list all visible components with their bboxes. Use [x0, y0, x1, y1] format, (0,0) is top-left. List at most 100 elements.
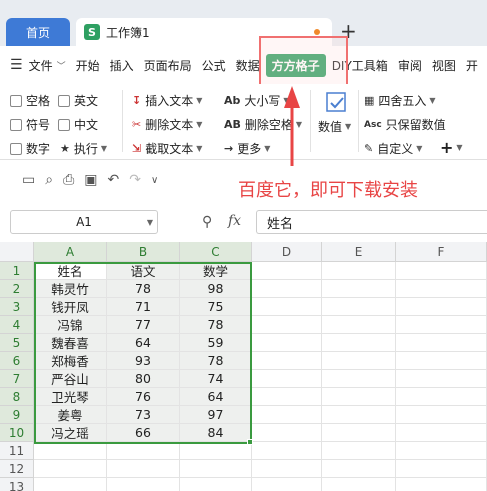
table-cell[interactable]: [252, 370, 322, 388]
table-cell[interactable]: 78: [107, 280, 180, 298]
row-header[interactable]: 4: [0, 316, 34, 334]
keep-values-button[interactable]: Asc 只保留数值: [364, 116, 446, 133]
print-icon[interactable]: ⎙: [63, 172, 74, 188]
table-cell[interactable]: [252, 280, 322, 298]
table-cell[interactable]: [322, 280, 396, 298]
table-cell[interactable]: [396, 316, 487, 334]
table-cell[interactable]: 姓名: [34, 262, 107, 280]
delete-text-button[interactable]: ✂ 删除文本 ▼: [132, 116, 202, 133]
table-cell[interactable]: 78: [180, 352, 252, 370]
checkbox-symbol[interactable]: 符号: [10, 116, 50, 133]
table-cell[interactable]: [107, 442, 180, 460]
table-cell[interactable]: [396, 388, 487, 406]
hamburger-icon[interactable]: ☰: [10, 57, 23, 73]
table-cell[interactable]: 84: [180, 424, 252, 442]
print-preview-icon[interactable]: ▣: [84, 172, 97, 188]
table-cell[interactable]: [252, 334, 322, 352]
table-cell[interactable]: [252, 352, 322, 370]
formula-input[interactable]: 姓名: [256, 210, 487, 234]
table-cell[interactable]: 魏春喜: [34, 334, 107, 352]
table-cell[interactable]: [322, 316, 396, 334]
table-cell[interactable]: 卫光琴: [34, 388, 107, 406]
table-cell[interactable]: 71: [107, 298, 180, 316]
table-cell[interactable]: [252, 478, 322, 491]
fill-handle[interactable]: [247, 439, 253, 445]
column-header-d[interactable]: D: [252, 242, 322, 262]
row-header[interactable]: 6: [0, 352, 34, 370]
undo-icon[interactable]: ↶: [108, 172, 120, 188]
table-cell[interactable]: 77: [107, 316, 180, 334]
table-cell[interactable]: [396, 424, 487, 442]
round-button[interactable]: ▦ 四舍五入 ▼: [364, 92, 436, 109]
table-cell[interactable]: [322, 388, 396, 406]
menu-data[interactable]: 数据: [236, 57, 260, 74]
row-header[interactable]: 10: [0, 424, 34, 442]
table-cell[interactable]: [252, 406, 322, 424]
table-cell[interactable]: [396, 442, 487, 460]
table-cell[interactable]: [34, 478, 107, 491]
table-cell[interactable]: [322, 406, 396, 424]
table-cell[interactable]: 钱开凤: [34, 298, 107, 316]
table-cell[interactable]: [34, 460, 107, 478]
table-cell[interactable]: 76: [107, 388, 180, 406]
table-cell[interactable]: 韩灵竹: [34, 280, 107, 298]
table-cell[interactable]: [396, 352, 487, 370]
table-cell[interactable]: [322, 370, 396, 388]
table-cell[interactable]: [107, 460, 180, 478]
table-cell[interactable]: 75: [180, 298, 252, 316]
zoom-icon[interactable]: ⚲: [202, 214, 212, 230]
row-header[interactable]: 3: [0, 298, 34, 316]
table-cell[interactable]: [180, 478, 252, 491]
menu-view[interactable]: 视图: [432, 57, 456, 74]
column-header-a[interactable]: A: [34, 242, 107, 262]
table-cell[interactable]: [322, 334, 396, 352]
extract-text-button[interactable]: ⇲ 截取文本 ▼: [132, 140, 202, 157]
checkbox-space[interactable]: 空格: [10, 92, 50, 109]
row-header[interactable]: 9: [0, 406, 34, 424]
table-cell[interactable]: [252, 316, 322, 334]
column-header-c[interactable]: C: [180, 242, 252, 262]
chevron-down-icon[interactable]: ∨: [151, 175, 158, 186]
table-cell[interactable]: [322, 352, 396, 370]
menu-formula[interactable]: 公式: [202, 57, 226, 74]
checkbox-chinese[interactable]: 中文: [58, 116, 98, 133]
table-cell[interactable]: [396, 298, 487, 316]
table-cell[interactable]: 语文: [107, 262, 180, 280]
menu-more[interactable]: 开: [466, 57, 478, 74]
table-cell[interactable]: [396, 262, 487, 280]
table-cell[interactable]: [396, 478, 487, 491]
custom-button[interactable]: ✎ 自定义 ▼: [364, 140, 422, 157]
redo-icon[interactable]: ↷: [129, 172, 141, 188]
column-header-b[interactable]: B: [107, 242, 180, 262]
table-cell[interactable]: 姜粤: [34, 406, 107, 424]
table-cell[interactable]: [396, 334, 487, 352]
table-cell[interactable]: 80: [107, 370, 180, 388]
table-cell[interactable]: [396, 460, 487, 478]
table-cell[interactable]: [322, 424, 396, 442]
table-cell[interactable]: 64: [180, 388, 252, 406]
checkbox-english[interactable]: 英文: [58, 92, 98, 109]
format-painter-icon[interactable]: ⌕: [45, 172, 53, 188]
table-cell[interactable]: [252, 298, 322, 316]
name-box[interactable]: A1 ▼: [10, 210, 158, 234]
checkbox-number[interactable]: 数字: [10, 140, 50, 157]
table-cell[interactable]: [252, 460, 322, 478]
save-icon[interactable]: ▭: [22, 172, 35, 188]
tab-home[interactable]: 首页: [6, 18, 70, 46]
row-header[interactable]: 8: [0, 388, 34, 406]
table-cell[interactable]: [322, 478, 396, 491]
row-header[interactable]: 13: [0, 478, 34, 491]
table-cell[interactable]: [180, 460, 252, 478]
row-header[interactable]: 2: [0, 280, 34, 298]
table-cell[interactable]: [107, 478, 180, 491]
table-cell[interactable]: 冯锦: [34, 316, 107, 334]
table-cell[interactable]: 59: [180, 334, 252, 352]
column-header-e[interactable]: E: [322, 242, 396, 262]
function-icon[interactable]: fx: [228, 213, 241, 229]
table-cell[interactable]: 73: [107, 406, 180, 424]
table-cell[interactable]: 97: [180, 406, 252, 424]
case-button[interactable]: Ab 大小写 ▼: [224, 92, 290, 109]
menu-review[interactable]: 审阅: [398, 57, 422, 74]
row-header[interactable]: 1: [0, 262, 34, 280]
table-cell[interactable]: [252, 424, 322, 442]
